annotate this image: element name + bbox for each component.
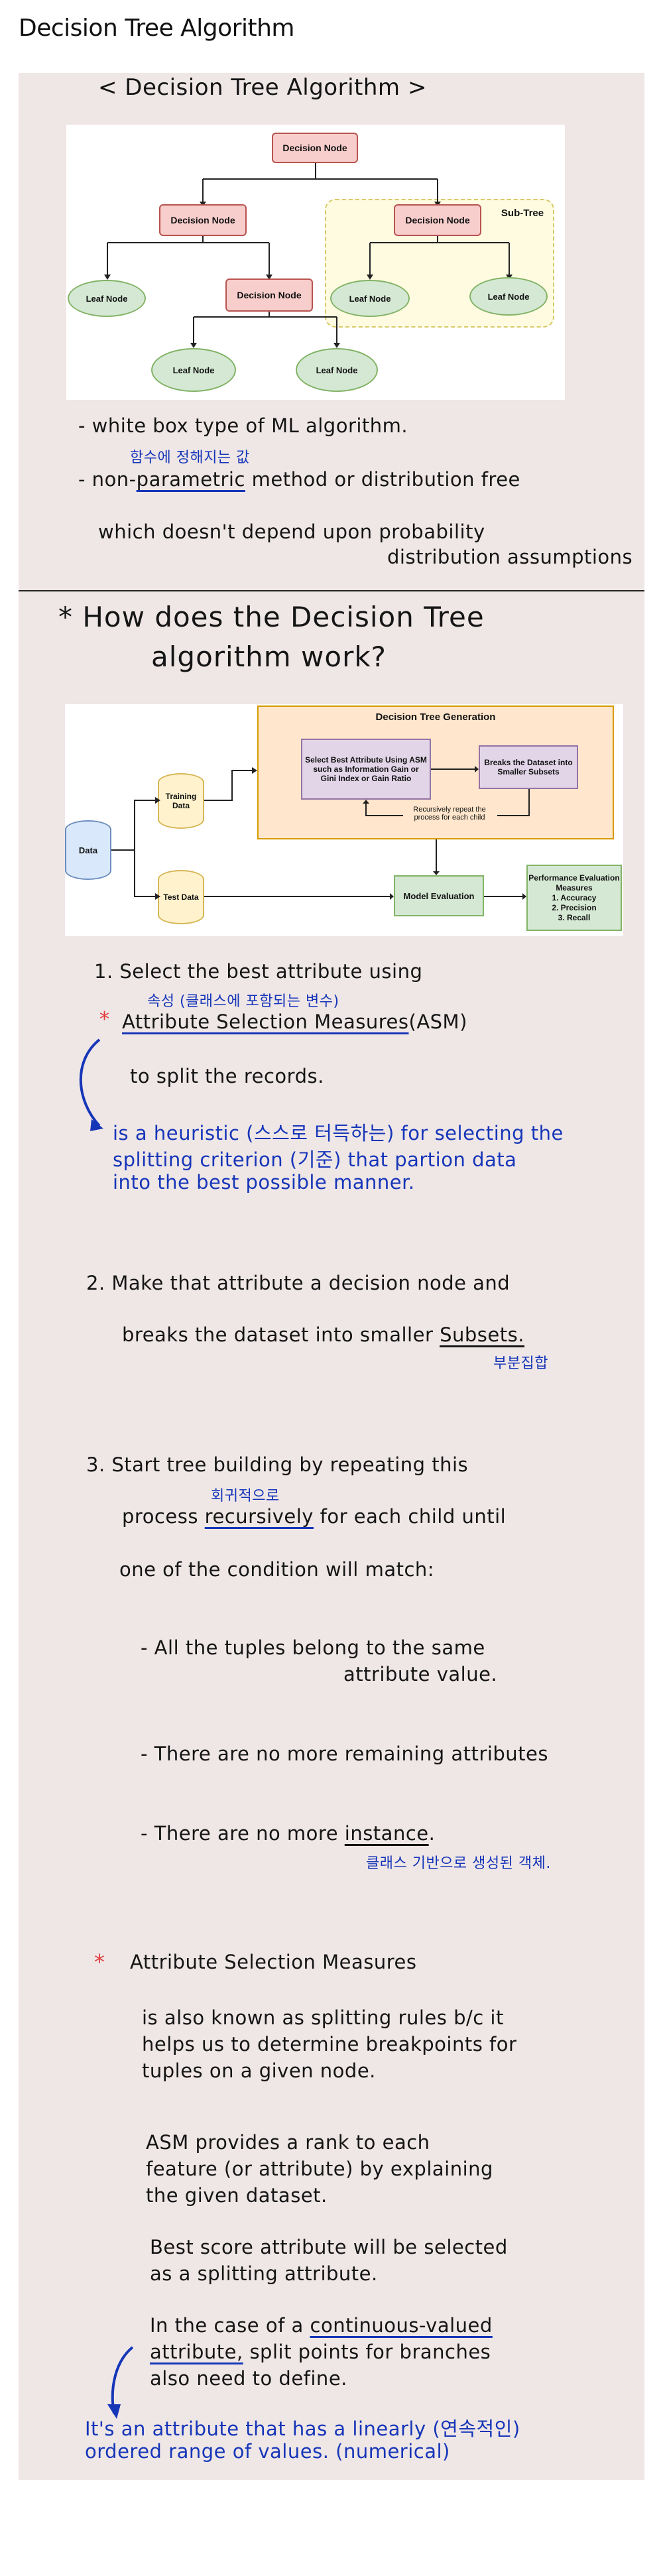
asm-p3-2: as a splitting attribute. xyxy=(150,2262,378,2285)
step3-line2: process recursively for each child until xyxy=(122,1505,507,1528)
asm-star-icon: * xyxy=(94,1949,105,1975)
asm-p2-1: ASM provides a rank to each xyxy=(146,2131,430,2154)
asm-p2-2: feature (or attribute) by explaining xyxy=(146,2158,493,2180)
asm-p2-3: the given dataset. xyxy=(146,2184,328,2207)
asm-p1-1: is also known as splitting rules b/c it xyxy=(142,2006,504,2029)
asm-p4-3: also need to define. xyxy=(150,2367,347,2390)
step3-line1: 3. Start tree building by repeating this xyxy=(86,1453,469,1476)
step2-line1: 2. Make that attribute a decision node a… xyxy=(86,1272,511,1294)
asm-p1-2: helps us to determine breakpoints for xyxy=(142,2033,517,2055)
asm-blue-2: ordered range of values. (numerical) xyxy=(85,2440,450,2463)
step1-blue-1: is a heuristic (스스로 터득하는) for selecting … xyxy=(113,1122,564,1144)
continuous-valued-term: continuous-valued xyxy=(310,2314,493,2337)
asm-p1-3: tuples on a given node. xyxy=(142,2059,376,2082)
subsets-word: Subsets. xyxy=(440,1323,524,1346)
attribute-term: attribute, xyxy=(150,2341,243,2363)
condition-1-line2: attribute value. xyxy=(343,1663,498,1686)
step2-note: 부분집합 xyxy=(493,1355,548,1372)
step1-blue-3: into the best possible manner. xyxy=(113,1171,415,1194)
asm-heading: Attribute Selection Measures xyxy=(130,1951,417,1973)
asm-p4-1: In the case of a continuous-valued xyxy=(150,2314,493,2337)
condition-1-line1: - All the tuples belong to the same xyxy=(141,1636,485,1659)
instance-word: instance xyxy=(344,1822,429,1845)
recursively-word: recursively xyxy=(204,1505,314,1528)
asm-p4-2: attribute, split points for branches xyxy=(150,2341,491,2363)
asm-p3-1: Best score attribute will be selected xyxy=(150,2236,508,2258)
condition-3: - There are no more instance. xyxy=(141,1822,436,1845)
step2-line2: breaks the dataset into smaller Subsets. xyxy=(122,1323,524,1346)
condition-3-note: 클래스 기반으로 생성된 객체. xyxy=(366,1855,551,1872)
step1-blue-2: splitting criterion (기준) that partion da… xyxy=(113,1148,517,1171)
step3-line3: one of the condition will match: xyxy=(119,1558,435,1581)
condition-2: - There are no more remaining attributes xyxy=(141,1743,549,1765)
step3-note: 회귀적으로 xyxy=(211,1488,280,1504)
asm-blue-1: It's an attribute that has a linearly (연… xyxy=(85,2418,520,2440)
